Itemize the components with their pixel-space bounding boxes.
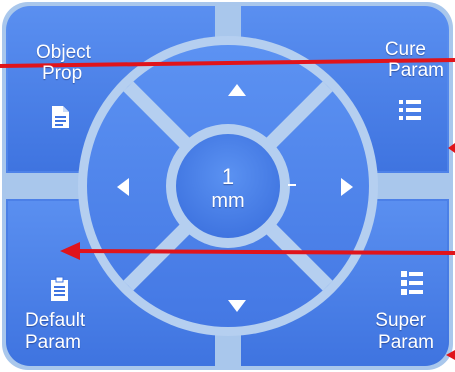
jog-left-button[interactable] [97, 123, 159, 249]
cure-param-button[interactable] [337, 8, 447, 133]
center-tick [288, 184, 296, 186]
default-param-button[interactable] [8, 240, 118, 364]
step-unit: mm [211, 190, 245, 212]
jog-right-button[interactable] [297, 123, 359, 249]
super-param-button[interactable] [337, 240, 447, 364]
step-value: 1 [221, 164, 235, 189]
object-prop-button[interactable] [8, 8, 118, 133]
jog-up-button[interactable] [165, 60, 291, 118]
jog-down-button[interactable] [165, 254, 291, 312]
